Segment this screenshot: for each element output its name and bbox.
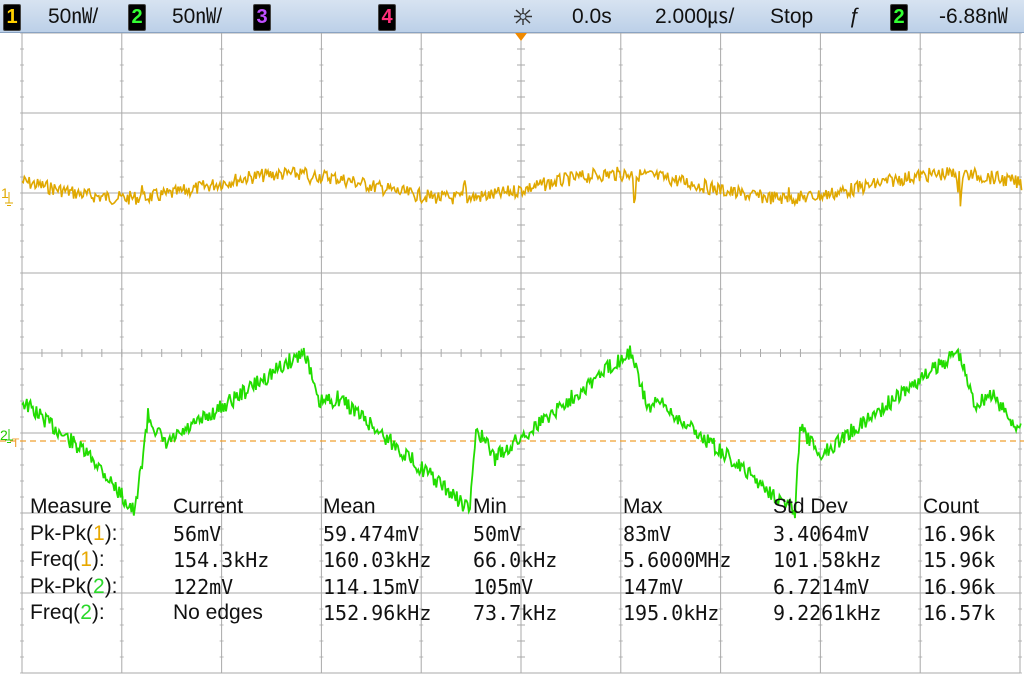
value-min: 66.0kHz	[473, 548, 558, 572]
header-mean: Mean	[323, 495, 376, 518]
table-row[interactable]: Pk-Pk(2): 122mV 114.15mV 105mV 147mV 6.7…	[30, 574, 1020, 601]
table-row[interactable]: Pk-Pk(1): 56mV 59.474mV 50mV 83mV 3.4064…	[30, 521, 1020, 548]
value-std-dev: 6.7214mV	[773, 574, 870, 599]
channel-2-scale[interactable]: 50㎻/	[172, 0, 222, 33]
value-count: 15.96k	[923, 548, 996, 572]
header-min: Min	[473, 495, 507, 518]
value-current: 122mV	[173, 574, 234, 599]
trigger-level[interactable]: -6.88㎻	[939, 0, 1008, 33]
value-mean: 152.96kHz	[323, 601, 432, 625]
value-min: 73.7kHz	[473, 601, 558, 625]
measurement-label: Freq(2):	[30, 601, 105, 624]
header-current: Current	[173, 495, 244, 518]
header-max: Max	[623, 495, 663, 518]
channel-4-button[interactable]: 4	[378, 4, 396, 31]
run-state[interactable]: Stop	[770, 0, 813, 33]
measurement-header-row: Measure Current Mean Min Max Std Dev Cou…	[30, 494, 1020, 521]
header-std-dev: Std Dev	[773, 495, 848, 518]
value-mean: 160.03kHz	[323, 548, 432, 572]
channel-1-button[interactable]: 1	[3, 4, 21, 31]
header-measure: Measure	[30, 495, 112, 518]
value-current: No edges	[173, 601, 263, 624]
waveform-display[interactable]: 1 2 T Measure Current Mean Min Max Std D…	[0, 33, 1024, 674]
value-count: 16.57k	[923, 601, 996, 625]
header-count: Count	[923, 495, 980, 518]
value-std-dev: 3.4064mV	[773, 521, 870, 546]
trigger-position-icon[interactable]	[510, 0, 536, 33]
value-current: 56mV	[173, 521, 222, 546]
value-max: 5.6000MHz	[623, 548, 732, 572]
value-count: 16.96k	[923, 521, 996, 546]
value-std-dev: 101.58kHz	[773, 548, 882, 572]
channel-1-trace	[21, 165, 1023, 208]
status-bar: 1 50㎻/ 2 50㎻/ 3 4 0.0s 2.000㎲/ Stop ƒ 2 …	[0, 0, 1024, 33]
value-mean: 59.474mV	[323, 521, 420, 546]
timebase[interactable]: 2.000㎲/	[655, 0, 734, 33]
svg-text:1: 1	[1, 185, 9, 201]
value-max: 83mV	[623, 521, 672, 546]
trigger-slope-icon[interactable]: ƒ	[848, 0, 860, 33]
measurement-label: Pk-Pk(1):	[30, 521, 118, 545]
value-count: 16.96k	[923, 574, 996, 599]
table-row[interactable]: Freq(2): No edges 152.96kHz 73.7kHz 195.…	[30, 600, 1020, 627]
channel-2-button[interactable]: 2	[128, 4, 146, 31]
value-max: 195.0kHz	[623, 601, 720, 625]
trigger-position-marker	[515, 33, 527, 41]
value-min: 105mV	[473, 574, 534, 599]
table-row[interactable]: Freq(1): 154.3kHz 160.03kHz 66.0kHz 5.60…	[30, 547, 1020, 574]
svg-text:2: 2	[0, 427, 8, 443]
value-current: 154.3kHz	[173, 548, 270, 572]
channel-3-button[interactable]: 3	[253, 4, 271, 31]
measurement-label: Pk-Pk(2):	[30, 574, 118, 598]
horizontal-delay[interactable]: 0.0s	[572, 0, 612, 33]
measurement-table: Measure Current Mean Min Max Std Dev Cou…	[30, 494, 1020, 627]
value-min: 50mV	[473, 521, 522, 546]
measurement-label: Freq(1):	[30, 548, 105, 571]
trigger-source[interactable]: 2	[890, 4, 908, 31]
channel-1-scale[interactable]: 50㎻/	[48, 0, 98, 33]
value-mean: 114.15mV	[323, 574, 420, 599]
value-std-dev: 9.2261kHz	[773, 601, 882, 625]
value-max: 147mV	[623, 574, 684, 599]
channel-1-ground-marker: 1	[1, 185, 13, 206]
trigger-level-marker: T	[12, 436, 20, 450]
